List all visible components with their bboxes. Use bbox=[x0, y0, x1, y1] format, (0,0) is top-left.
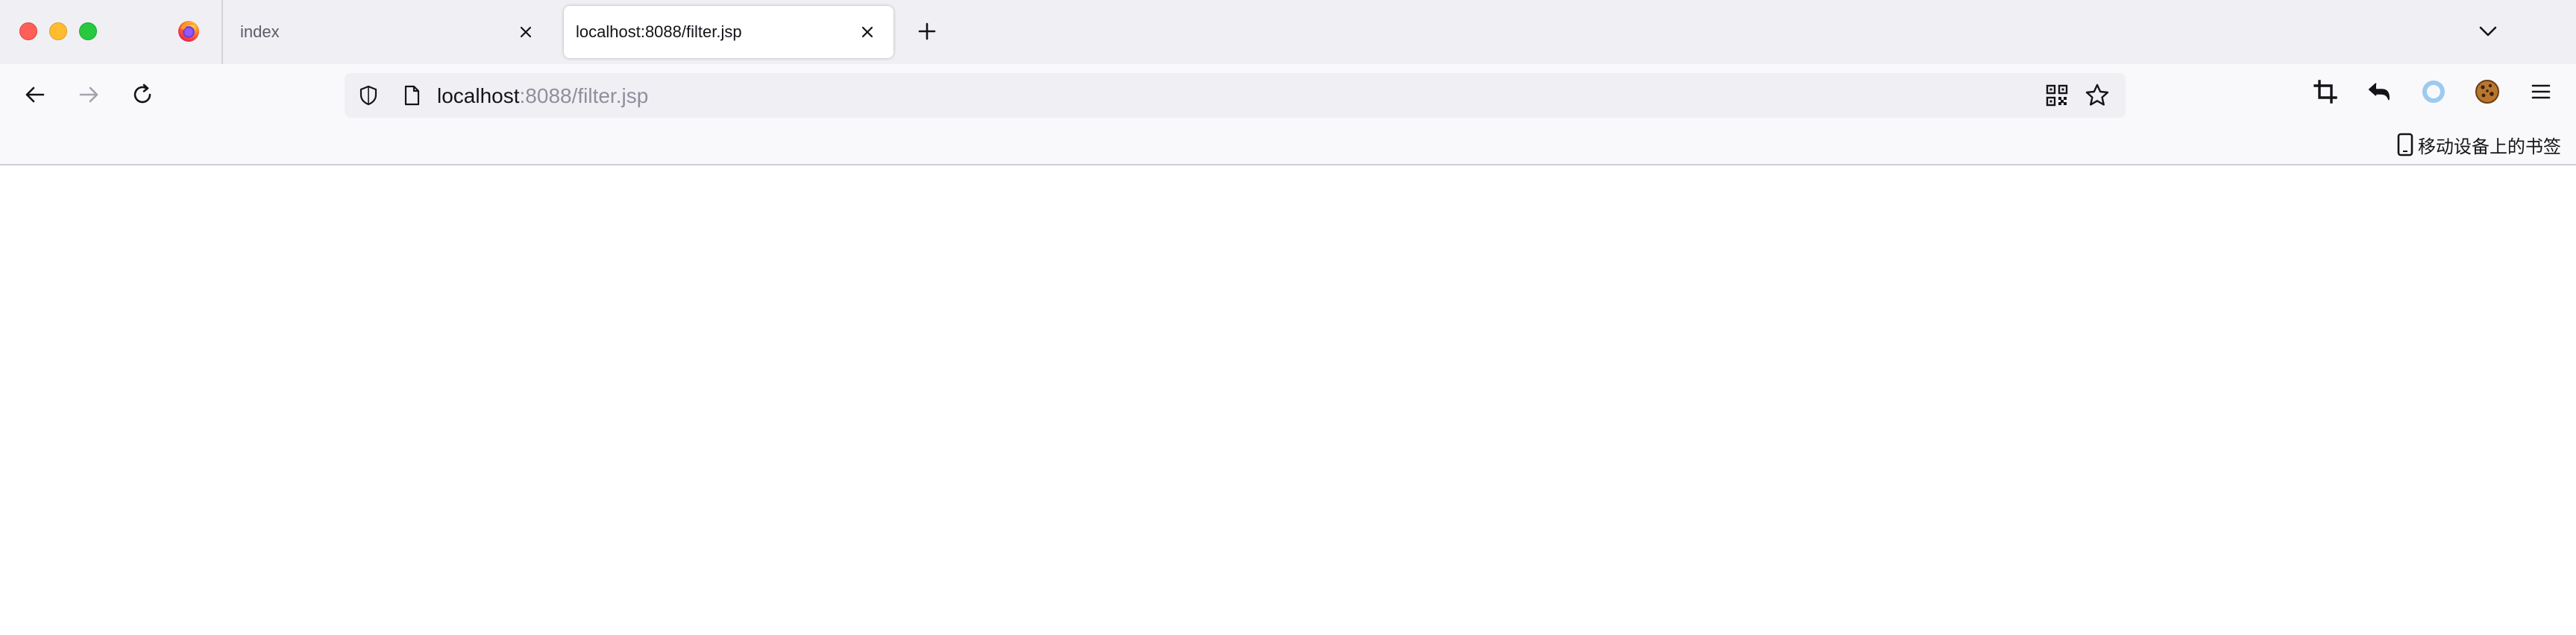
mobile-bookmarks-label: 移动设备上的书签 bbox=[2418, 136, 2561, 157]
chevron-down-icon[interactable] bbox=[2475, 18, 2501, 45]
bookmark-star-icon[interactable] bbox=[2084, 82, 2111, 109]
tab-index[interactable]: index bbox=[227, 6, 552, 58]
reload-icon bbox=[133, 83, 151, 104]
ring-icon[interactable] bbox=[2419, 78, 2448, 106]
url-text[interactable]: localhost:8088/filter.jsp bbox=[437, 84, 648, 108]
url-bar[interactable]: localhost:8088/filter.jsp bbox=[345, 73, 2126, 118]
menu-icon[interactable] bbox=[2527, 78, 2555, 106]
forward-button[interactable] bbox=[72, 78, 106, 112]
shield-icon[interactable] bbox=[356, 83, 380, 107]
tab-label: localhost:8088/filter.jsp bbox=[576, 22, 742, 41]
window-maximize-button[interactable] bbox=[79, 22, 97, 40]
cookie-icon[interactable] bbox=[2473, 78, 2501, 106]
close-tab-icon[interactable] bbox=[858, 22, 877, 42]
close-tab-icon[interactable] bbox=[516, 22, 535, 42]
page-info-icon[interactable] bbox=[400, 83, 424, 107]
window-minimize-button[interactable] bbox=[49, 22, 67, 40]
url-host: localhost bbox=[437, 84, 520, 107]
url-path: :8088/filter.jsp bbox=[519, 84, 649, 107]
tab-label: index bbox=[240, 22, 280, 41]
qr-code-icon[interactable] bbox=[2045, 83, 2069, 107]
bookmarks-toolbar: 移动设备上的书签 bbox=[0, 125, 2576, 165]
tab-filter-jsp[interactable]: localhost:8088/filter.jsp bbox=[564, 6, 893, 58]
forward-icon bbox=[79, 86, 98, 103]
crop-icon[interactable] bbox=[2311, 78, 2340, 106]
mobile-device-icon bbox=[2397, 133, 2413, 157]
page-content bbox=[0, 165, 2576, 635]
firefox-icon[interactable] bbox=[177, 19, 201, 43]
tab-strip: index localhost:8088/filter.jsp bbox=[0, 0, 2576, 64]
undo-icon[interactable] bbox=[2366, 78, 2394, 106]
new-tab-icon[interactable] bbox=[914, 18, 940, 45]
mobile-bookmarks-folder[interactable]: 移动设备上的书签 bbox=[2396, 131, 2561, 158]
navigation-toolbar: localhost:8088/filter.jsp bbox=[0, 64, 2576, 125]
tab-separator bbox=[222, 0, 223, 64]
back-button[interactable] bbox=[18, 78, 52, 112]
reload-button[interactable] bbox=[125, 78, 160, 112]
window-close-button[interactable] bbox=[19, 22, 37, 40]
back-icon bbox=[25, 86, 45, 103]
